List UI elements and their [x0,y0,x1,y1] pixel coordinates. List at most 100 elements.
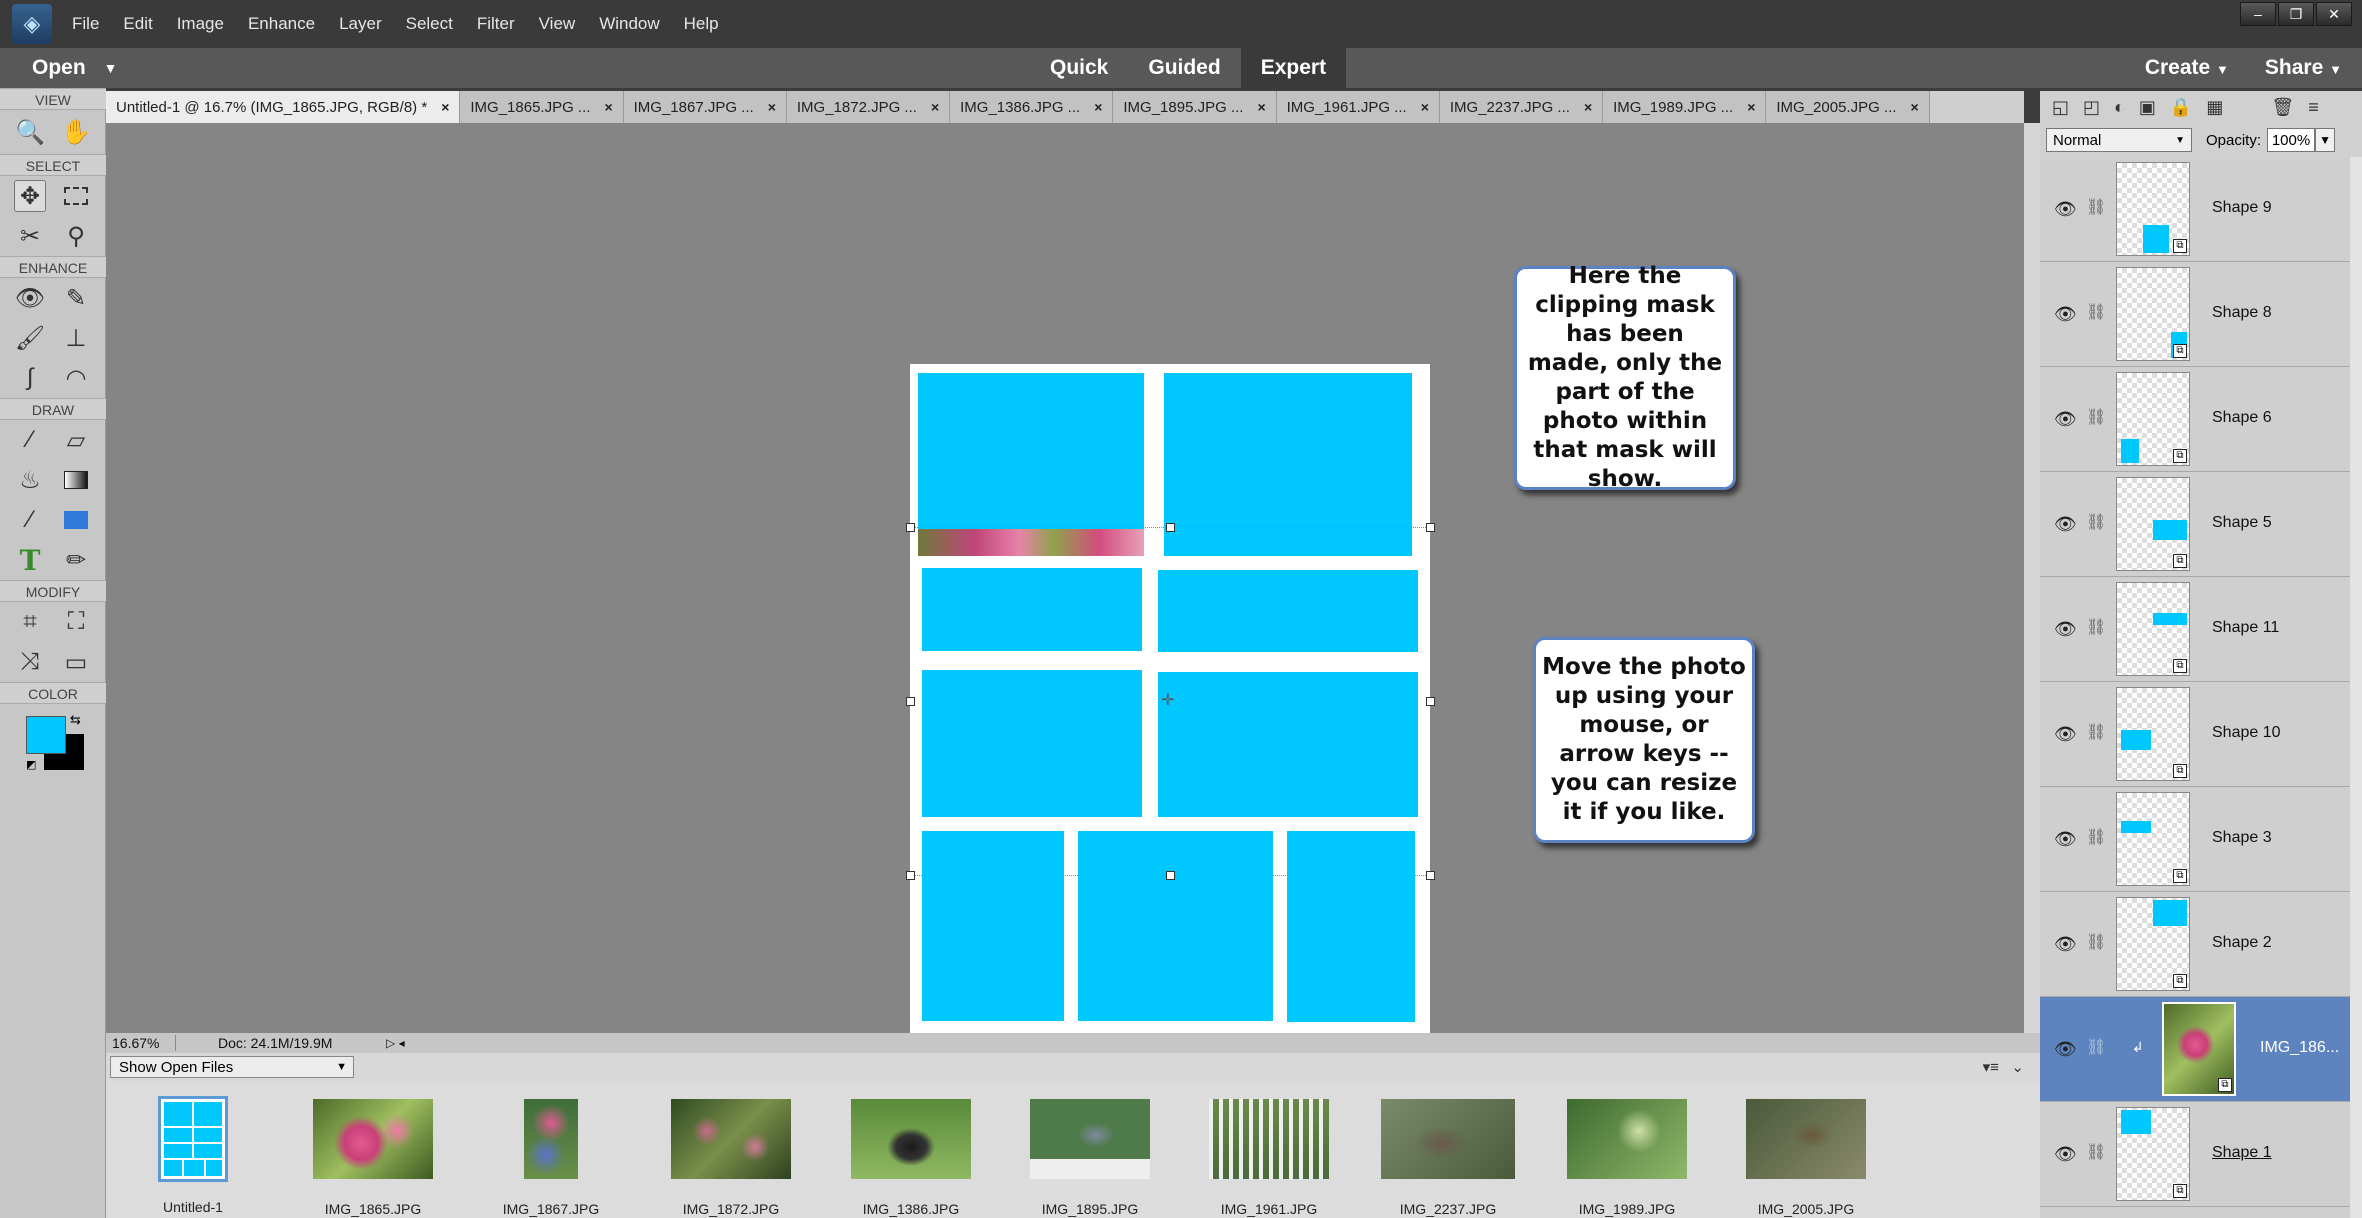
layers-scrollbar[interactable] [2350,157,2362,1218]
layer-name[interactable]: Shape 3 [2212,829,2272,847]
open-button[interactable]: Open [32,56,86,80]
layer-row[interactable]: 👁 ⛓ ⧉ Shape 8 [2040,262,2350,367]
bin-options-icon[interactable]: ▾≡ ⌄ [1983,1058,2024,1076]
tab-close-icon[interactable]: × [768,99,776,115]
lock-transparent-icon[interactable]: ▦ [2206,97,2223,118]
tab-close-icon[interactable]: × [1094,99,1102,115]
link-icon[interactable]: ⛓ [2086,1142,2106,1162]
layer-name[interactable]: Shape 5 [2212,514,2272,532]
layer-name[interactable]: Shape 11 [2212,619,2279,637]
tab-img-1865[interactable]: IMG_1865.JPG ... × [460,91,624,123]
layer-row[interactable]: 👁 ⛓ ⧉ Shape 9 [2040,157,2350,262]
tab-close-icon[interactable]: × [1257,99,1265,115]
visibility-eye-icon[interactable]: 👁 [2054,724,2077,745]
layer-row[interactable]: 👁 ⛓ ⧉ Shape 1 [2040,1102,2350,1207]
layer-name[interactable]: Shape 1 [2212,1144,2272,1162]
shape-cell[interactable] [922,568,1142,651]
bin-thumb-untitled-1[interactable]: Untitled-1 [158,1096,228,1215]
mode-guided[interactable]: Guided [1128,48,1240,88]
menu-enhance[interactable]: Enhance [248,14,315,34]
bin-thumb-img-1989[interactable]: IMG_1989.JPG [1567,1099,1687,1217]
link-icon[interactable]: ⛓ [2086,512,2106,532]
layer-name[interactable]: Shape 10 [2212,724,2281,742]
link-icon[interactable]: ⛓ [2086,407,2106,427]
brush-tool-icon[interactable]: ∕ [14,424,46,456]
hand-tool-icon[interactable]: ✋ [60,116,92,148]
create-button[interactable]: Create ▼ [2145,56,2229,80]
transform-handle[interactable] [906,871,915,880]
transform-handle[interactable] [1426,523,1435,532]
link-icon[interactable]: ⛓ [2086,197,2106,217]
shape-cell[interactable] [1287,831,1415,1022]
layer-mask-icon[interactable]: ▣ [2139,97,2156,118]
tab-close-icon[interactable]: × [1584,99,1592,115]
tab-img-1867[interactable]: IMG_1867.JPG ... × [623,91,787,123]
blend-mode-dropdown[interactable]: Normal ▼ [2046,128,2192,152]
shape-cell[interactable] [1158,570,1418,652]
zoom-tool-icon[interactable]: 🔍 [14,116,46,148]
clipped-photo[interactable] [918,529,1144,556]
shape-cell[interactable] [922,670,1142,817]
bin-thumb-img-2237[interactable]: IMG_2237.JPG [1381,1099,1515,1217]
tab-untitled-1[interactable]: Untitled-1 @ 16.7% (IMG_1865.JPG, RGB/8)… [106,91,461,123]
blur-tool-icon[interactable]: ∫ [14,362,46,394]
bin-thumb-img-1872[interactable]: IMG_1872.JPG [671,1099,791,1217]
mode-quick[interactable]: Quick [1030,48,1128,88]
sponge-tool-icon[interactable]: ◠ [60,362,92,394]
canvas-vertical-scrollbar[interactable] [2024,123,2040,1033]
adjustment-layer-icon[interactable]: ◐ [2114,97,2125,118]
visibility-eye-icon[interactable]: 👁 [2054,514,2077,535]
close-window-button[interactable]: ✕ [2316,2,2352,26]
visibility-eye-icon[interactable]: 👁 [2054,1144,2077,1165]
bin-thumb-img-2005[interactable]: IMG_2005.JPG [1746,1099,1866,1217]
open-dropdown-icon[interactable]: ▼ [104,60,118,76]
bin-thumb-img-1867[interactable]: IMG_1867.JPG [503,1099,599,1217]
tab-img-1989[interactable]: IMG_1989.JPG ... × [1603,91,1767,123]
shape-tool-icon[interactable] [60,504,92,536]
type-tool-icon[interactable]: T [14,544,46,577]
visibility-eye-icon[interactable]: 👁 [2054,1039,2077,1060]
tab-close-icon[interactable]: × [931,99,939,115]
mode-expert[interactable]: Expert [1240,48,1347,88]
shape-cell[interactable] [1078,831,1273,1021]
transform-center-icon[interactable]: ✛ [1161,690,1174,710]
layer-row[interactable]: 👁 ⛓ ⧉ Shape 2 [2040,892,2350,997]
straighten-tool-icon[interactable]: ▭ [60,646,92,678]
new-layer-icon[interactable]: ◱ [2052,97,2069,118]
marquee-tool-icon[interactable] [60,180,92,212]
gradient-tool-icon[interactable] [60,464,92,496]
foreground-color-swatch[interactable] [26,716,66,754]
spot-healing-tool-icon[interactable]: ✎ [60,282,92,314]
shape-cell[interactable] [1158,672,1418,817]
visibility-eye-icon[interactable]: 👁 [2054,829,2077,850]
link-icon[interactable]: ⛓ [2086,617,2106,637]
shape-cell[interactable] [1164,373,1412,556]
move-tool-icon[interactable]: ✥ [14,180,46,212]
layer-name[interactable]: Shape 2 [2212,934,2272,952]
smart-brush-tool-icon[interactable]: 🖌 [14,322,46,354]
tab-img-1895[interactable]: IMG_1895.JPG ... × [1113,91,1277,123]
show-open-files-dropdown[interactable]: Show Open Files ▼ [110,1056,354,1078]
tab-img-2005[interactable]: IMG_2005.JPG ... × [1766,91,1930,123]
link-icon[interactable]: ⛓ [2086,827,2106,847]
red-eye-tool-icon[interactable]: 👁 [14,282,46,314]
status-menu-icon[interactable]: ▷ ◂ [386,1036,405,1050]
menu-edit[interactable]: Edit [123,14,152,34]
opacity-dropdown-icon[interactable]: ▼ [2315,128,2336,152]
swap-colors-icon[interactable]: ⇆ [70,712,81,728]
visibility-eye-icon[interactable]: 👁 [2054,304,2077,325]
bin-thumb-img-1865[interactable]: IMG_1865.JPG [313,1099,433,1217]
bin-thumb-img-1386[interactable]: IMG_1386.JPG [851,1099,971,1217]
crop-tool-icon[interactable]: ⌗ [14,606,46,638]
layer-row-active[interactable]: 👁 ⛓ ↲ ⧉ IMG_186... [2040,997,2350,1102]
menu-image[interactable]: Image [177,14,224,34]
transform-handle[interactable] [1426,871,1435,880]
zoom-level[interactable]: 16.67% [106,1035,176,1051]
visibility-eye-icon[interactable]: 👁 [2054,409,2077,430]
minimize-button[interactable]: – [2240,2,2276,26]
transform-handle[interactable] [1166,523,1175,532]
tab-close-icon[interactable]: × [441,99,449,115]
content-aware-move-tool-icon[interactable]: ⤨ [14,646,46,678]
default-colors-icon[interactable]: ◩ [26,758,36,771]
layer-name[interactable]: Shape 9 [2212,199,2272,217]
